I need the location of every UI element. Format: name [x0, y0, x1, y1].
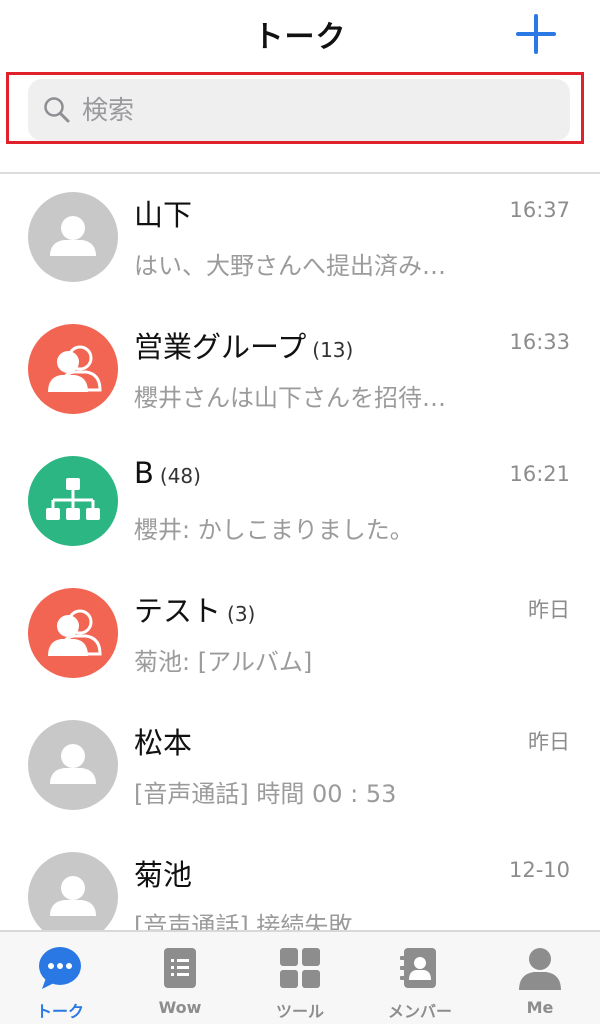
org-chart-icon: [46, 478, 100, 520]
chat-time: 16:37: [509, 198, 570, 222]
chat-item-test[interactable]: テスト (3) 昨日 菊池: [アルバム]: [0, 570, 600, 702]
tab-label: メンバー: [387, 1002, 452, 1021]
tab-bar: トーク Wow ツール メンバー Me: [0, 930, 600, 1024]
chat-name: 営業グループ (13): [134, 330, 354, 364]
search-bar[interactable]: [28, 79, 570, 143]
chat-item-yamashita[interactable]: 山下 16:37 はい、大野さんへ提出済み…: [0, 174, 600, 306]
chat-count: (3): [227, 602, 256, 626]
search-input[interactable]: [80, 79, 554, 143]
tab-label: Me: [526, 998, 554, 1017]
chat-time: 昨日: [528, 730, 570, 754]
chat-bubble-icon: [39, 947, 81, 989]
tab-label: トーク: [35, 1002, 84, 1021]
chat-name: 山下: [134, 198, 193, 232]
chat-preview: [音声通話] 接続失敗: [134, 912, 353, 930]
page-title: トーク: [253, 20, 347, 55]
chat-count: (13): [312, 338, 354, 362]
avatar: [28, 852, 118, 930]
chat-name: テスト (3): [134, 594, 256, 628]
avatar: [28, 588, 118, 678]
chat-name: 松本: [134, 726, 193, 760]
contacts-icon: [400, 948, 436, 988]
tab-label: Wow: [158, 998, 202, 1017]
tab-tools[interactable]: ツール: [240, 932, 360, 1024]
chat-preview: [音声通話] 時間 00 : 53: [134, 780, 397, 808]
tab-members[interactable]: メンバー: [360, 932, 480, 1024]
chat-time: 16:33: [509, 330, 570, 354]
person-icon: [50, 876, 96, 916]
tab-label: ツール: [275, 1002, 324, 1021]
grid-icon: [280, 948, 320, 988]
tab-wow[interactable]: Wow: [120, 932, 240, 1024]
tab-me[interactable]: Me: [480, 932, 600, 1024]
chat-preview: 櫻井さんは山下さんを招待…: [134, 384, 446, 412]
note-icon: [164, 948, 196, 988]
avatar: [28, 324, 118, 414]
group-icon: [48, 345, 102, 392]
chat-item-sales-group[interactable]: 営業グループ (13) 16:33 櫻井さんは山下さんを招待…: [0, 306, 600, 438]
chat-time: 16:21: [509, 462, 570, 486]
chat-item-kikuchi[interactable]: 菊池 12-10 [音声通話] 接続失敗: [0, 834, 600, 930]
add-button[interactable]: [514, 12, 558, 56]
chat-item-matsumoto[interactable]: 松本 昨日 [音声通話] 時間 00 : 53: [0, 702, 600, 834]
search-icon: [44, 97, 70, 123]
tab-talk[interactable]: トーク: [0, 932, 120, 1024]
chat-item-b[interactable]: B (48) 16:21 櫻井: かしこまりました。: [0, 438, 600, 570]
chat-count: (48): [159, 464, 201, 488]
header: トーク: [0, 0, 600, 66]
chat-preview: はい、大野さんへ提出済み…: [134, 252, 446, 280]
avatar: [28, 456, 118, 546]
person-icon: [50, 744, 96, 784]
chat-name: B (48): [134, 456, 201, 490]
group-icon: [48, 609, 102, 656]
chat-time: 12-10: [508, 858, 570, 882]
chat-preview: 櫻井: かしこまりました。: [134, 516, 414, 544]
chat-list: 山下 16:37 はい、大野さんへ提出済み… 営業グループ (13) 16:33 …: [0, 174, 600, 930]
avatar: [28, 720, 118, 810]
chat-time: 昨日: [528, 598, 570, 622]
profile-icon: [519, 948, 561, 990]
person-icon: [50, 216, 96, 256]
avatar: [28, 192, 118, 282]
chat-preview: 菊池: [アルバム]: [134, 648, 313, 676]
plus-icon: [516, 14, 556, 54]
chat-name: 菊池: [134, 858, 193, 892]
